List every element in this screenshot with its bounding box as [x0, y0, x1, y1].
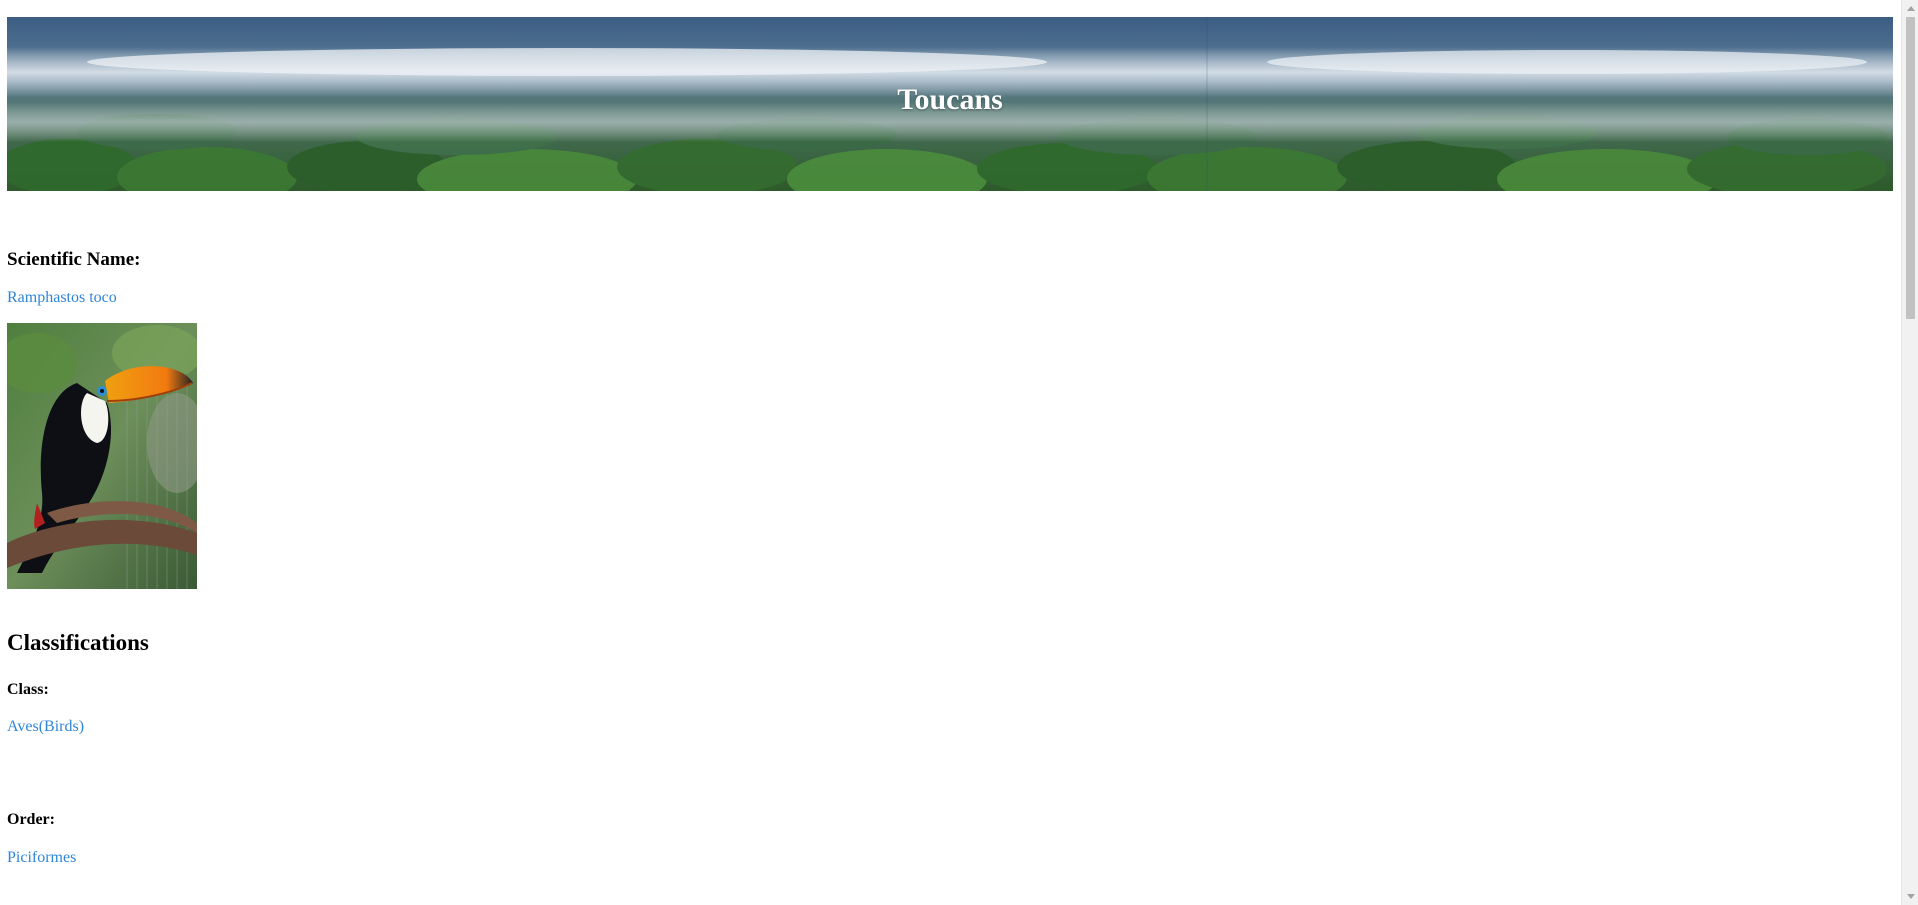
- toucan-photo: [7, 323, 197, 589]
- class-value: Aves(Birds): [7, 718, 85, 735]
- class-label: Class:: [7, 681, 49, 698]
- scientific-name-value: Ramphastos toco: [7, 289, 117, 306]
- toucan-image: [7, 323, 197, 589]
- page-title: Toucans: [897, 83, 1003, 116]
- scrollbar-thumb[interactable]: [1906, 17, 1915, 319]
- page: Toucans Scientific Name: Ramphastos toco: [0, 0, 1900, 905]
- hero-banner: Toucans: [7, 17, 1893, 191]
- scientific-name-label: Scientific Name:: [7, 249, 141, 270]
- order-value: Piciformes: [7, 849, 77, 866]
- scroll-up-arrow-icon[interactable]: [1902, 0, 1918, 17]
- order-label: Order:: [7, 811, 55, 828]
- scroll-down-arrow-icon[interactable]: [1902, 888, 1918, 905]
- vertical-scrollbar[interactable]: [1901, 0, 1918, 905]
- classifications-heading: Classifications: [7, 630, 149, 655]
